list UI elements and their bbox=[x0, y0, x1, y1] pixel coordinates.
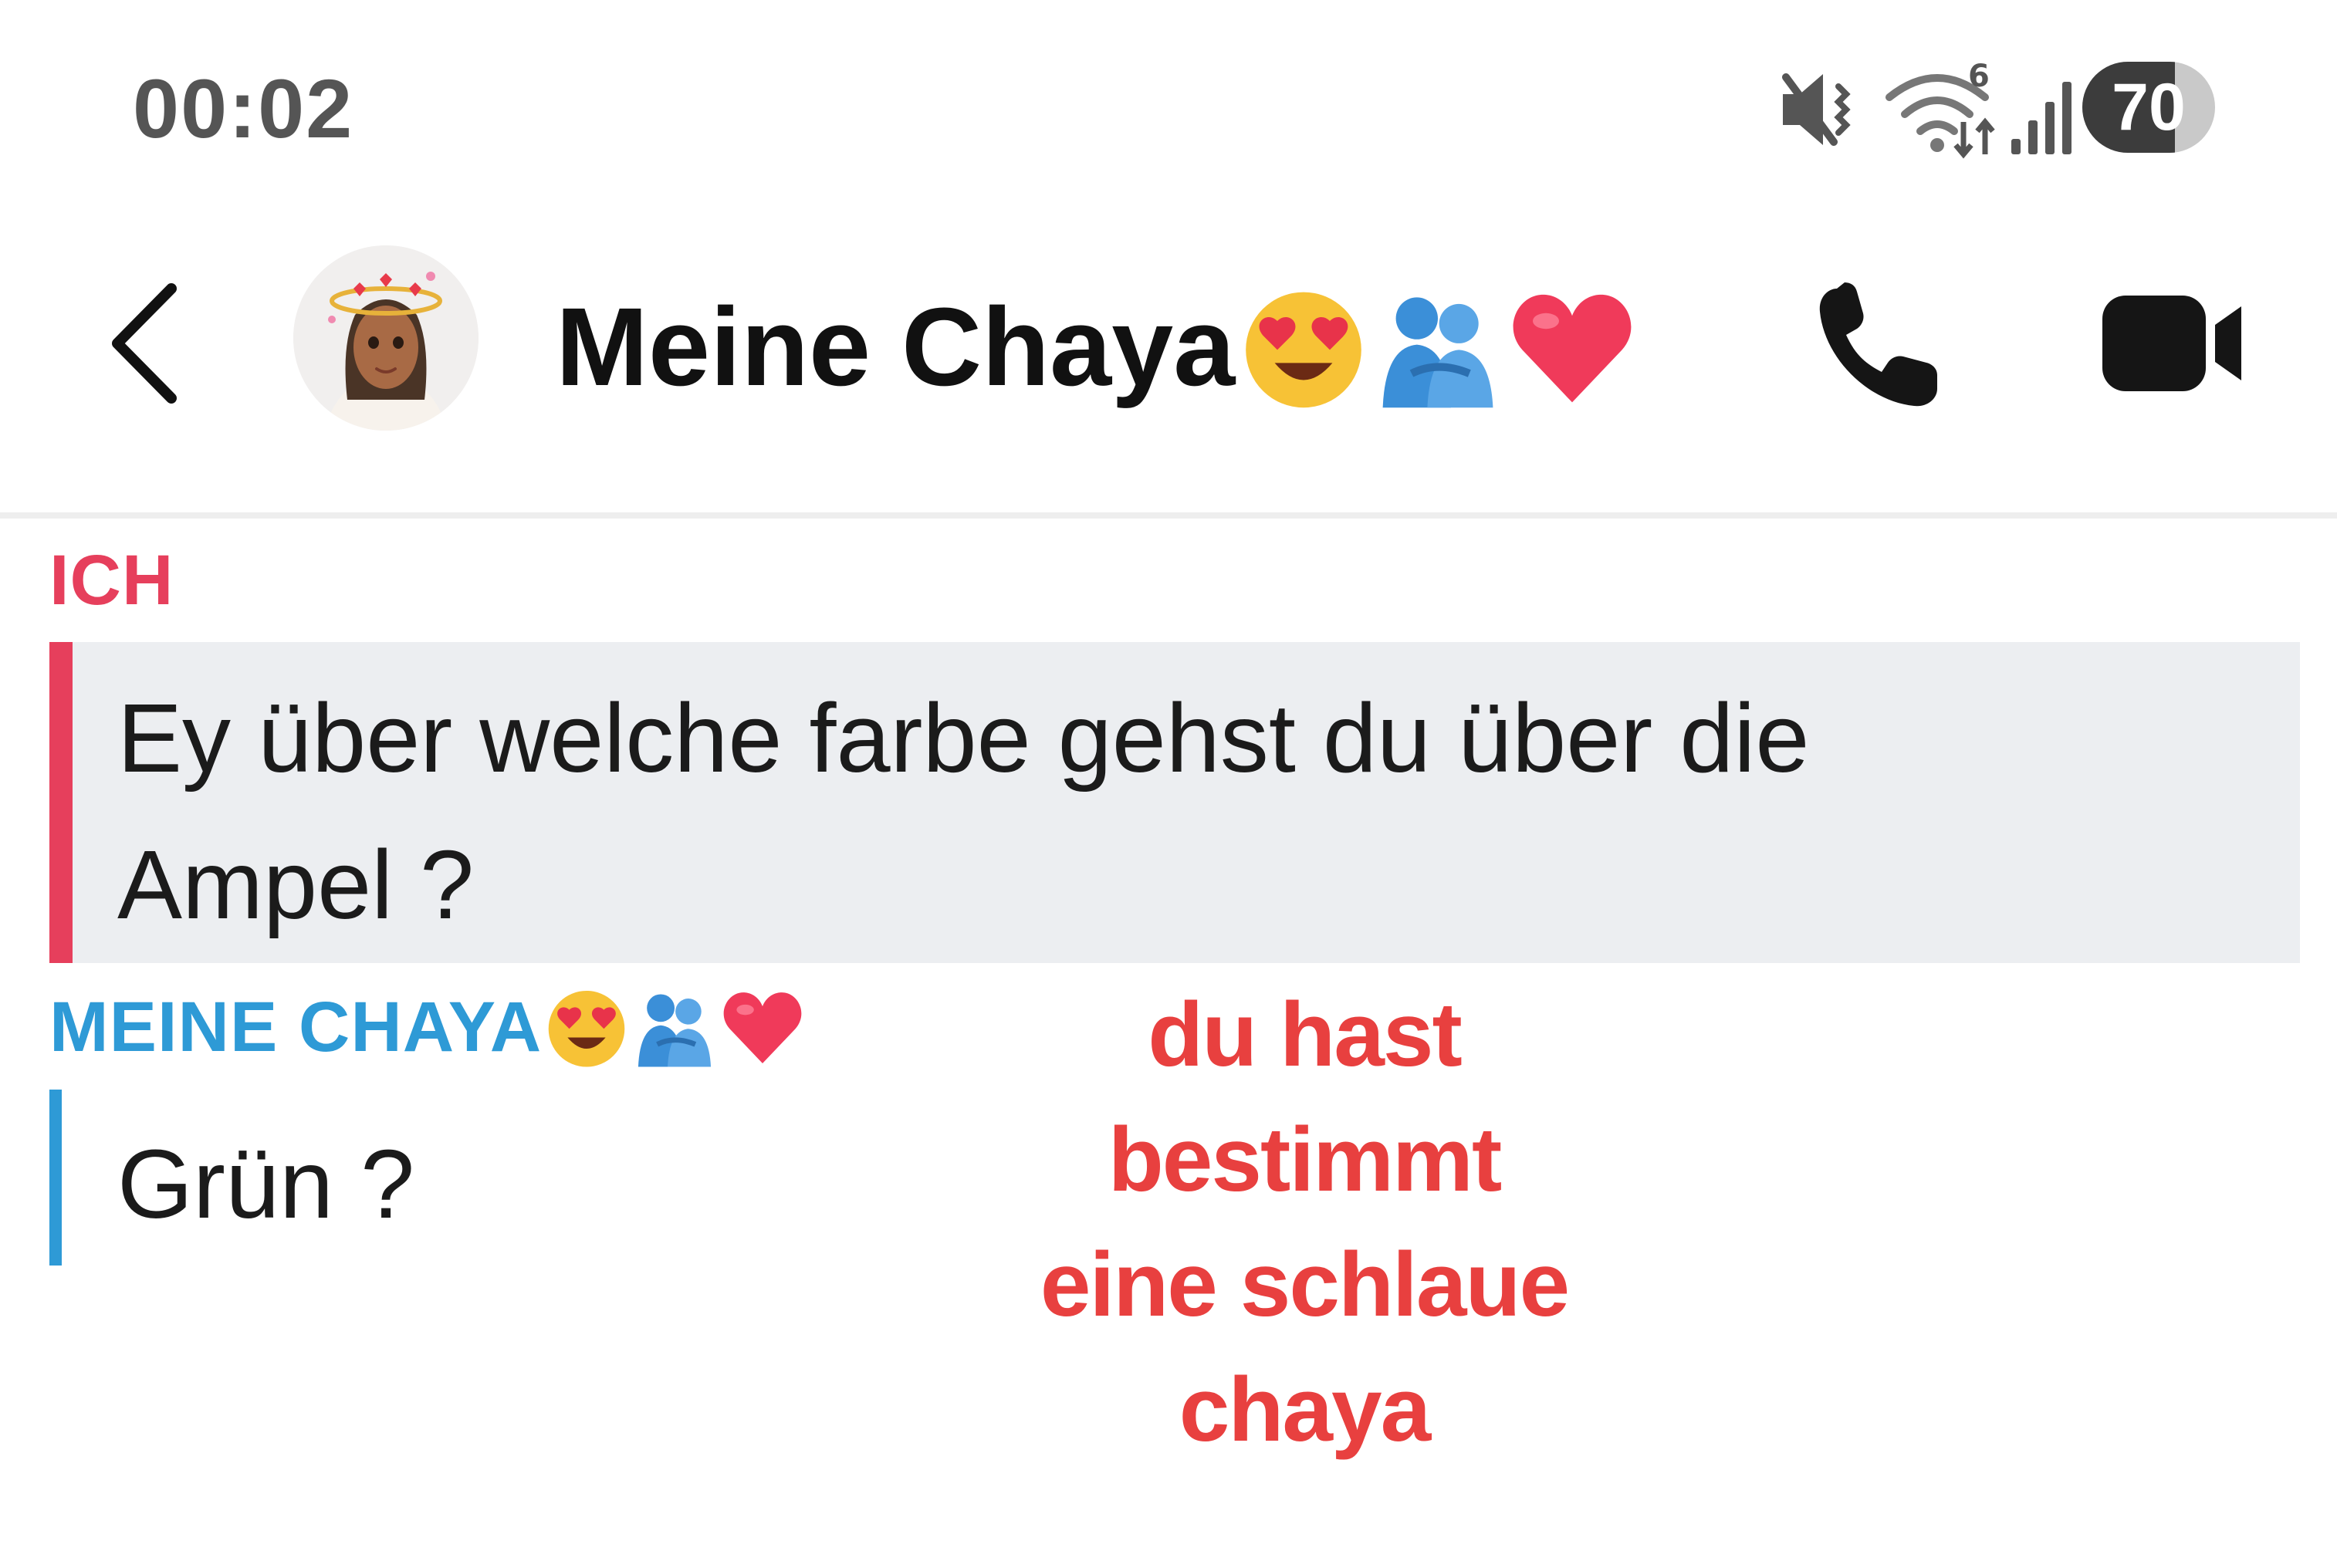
sender-label-me: ICH bbox=[49, 540, 174, 621]
bitmoji-avatar-icon bbox=[293, 245, 479, 431]
video-camera-icon bbox=[2102, 296, 2241, 391]
overlay-caption-line: du hast bbox=[1148, 984, 1463, 1086]
message-text-line: Ampel ? bbox=[117, 830, 475, 939]
status-time: 00:02 bbox=[133, 62, 354, 155]
overlay-caption: du hast bestimmt eine schlaue chaya bbox=[1003, 972, 1605, 1472]
sender-label-other: MEINE CHAYA bbox=[49, 984, 806, 1070]
back-button[interactable] bbox=[100, 278, 185, 409]
sender-name: MEINE CHAYA bbox=[49, 987, 543, 1066]
signal-icon bbox=[2011, 82, 2072, 154]
red-heart-emoji-icon bbox=[1513, 294, 1632, 403]
back-chevron-icon bbox=[112, 283, 177, 404]
call-button[interactable] bbox=[1806, 278, 1953, 417]
message-text-line: Ey über welche farbe gehst du über die bbox=[117, 684, 1810, 792]
chat-title[interactable]: Meine Chaya bbox=[556, 278, 1638, 417]
overlay-caption-line: chaya bbox=[1179, 1359, 1432, 1461]
chat-title-text: Meine Chaya bbox=[556, 285, 1236, 409]
avatar[interactable] bbox=[293, 245, 479, 431]
chat-screen: 00:02 6 70 Meine Chaya ICH Ey über welch… bbox=[0, 0, 2337, 1568]
overlay-caption-line: eine schlaue bbox=[1040, 1234, 1570, 1336]
video-call-button[interactable] bbox=[2099, 289, 2246, 397]
red-heart-emoji-icon bbox=[723, 992, 802, 1064]
hugging-people-emoji-icon bbox=[638, 994, 712, 1067]
svg-text:6: 6 bbox=[1968, 59, 1990, 94]
battery-indicator: 70 bbox=[2082, 62, 2215, 153]
heart-eyes-emoji-icon bbox=[1246, 292, 1362, 408]
heart-eyes-emoji-icon bbox=[548, 990, 625, 1067]
battery-level: 70 bbox=[2112, 69, 2186, 144]
wifi-6-icon: 6 bbox=[1885, 59, 1995, 159]
header-divider bbox=[0, 512, 2337, 519]
message-text-line[interactable]: Grün ? bbox=[117, 1111, 414, 1258]
hugging-people-emoji-icon bbox=[1382, 297, 1493, 408]
phone-icon bbox=[1819, 282, 1937, 407]
message-accent-bar-other bbox=[49, 1090, 62, 1266]
mute-vibrate-icon bbox=[1782, 73, 1851, 146]
sender-name: ICH bbox=[49, 541, 174, 620]
message-accent-bar-me bbox=[49, 642, 73, 963]
overlay-caption-line: bestimmt bbox=[1108, 1109, 1503, 1211]
